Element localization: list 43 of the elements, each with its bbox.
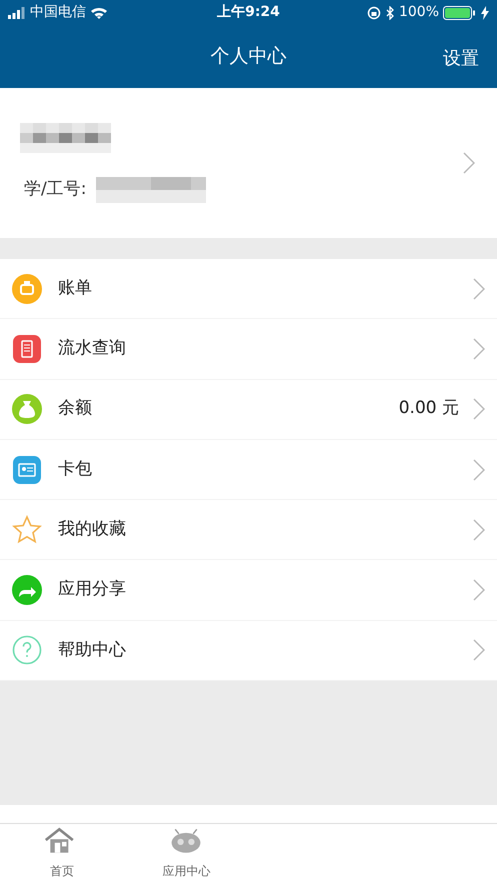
chevron-right-icon (473, 338, 485, 360)
menu-label: 应用分享 (58, 578, 127, 602)
balance-value: 0.00 元 (398, 397, 459, 420)
battery-percent: 100% (398, 3, 439, 22)
menu-label: 帮助中心 (58, 638, 127, 662)
rotation-lock-icon (366, 6, 381, 20)
carrier-name: 中国电信 (30, 3, 86, 22)
tab-item[interactable]: 首页 (0, 824, 124, 883)
chevron-right-icon (473, 278, 485, 300)
menu-item[interactable]: 余额 0.00 元 (0, 380, 497, 440)
star-icon (12, 514, 42, 545)
menu-item[interactable]: 账单 (0, 259, 497, 320)
page-title: 个人中心 (210, 44, 286, 70)
bluetooth-icon (384, 6, 395, 20)
menu-label: 卡包 (58, 458, 93, 481)
battery-icon (443, 6, 477, 20)
ledger-icon (12, 334, 42, 364)
menu-label: 余额 (58, 397, 93, 420)
chevron-right-icon (473, 639, 485, 662)
help-icon (12, 635, 42, 666)
wifi-icon (90, 6, 108, 19)
chevron-right-icon (473, 398, 485, 420)
menu-item[interactable]: 应用分享 (0, 560, 497, 621)
menu-label: 账单 (58, 276, 93, 300)
menu-label: 我的收藏 (58, 518, 127, 542)
id-card-icon (12, 454, 42, 485)
menu-label: 流水查询 (58, 337, 127, 360)
tab-item[interactable]: 应用中心 (124, 824, 248, 883)
money-bag-icon (12, 394, 42, 424)
menu-item[interactable]: 我的收藏 (0, 500, 497, 560)
settings-button[interactable]: 设置 (443, 45, 479, 72)
status-time: 上午9:24 (216, 3, 281, 22)
chevron-right-icon (473, 579, 485, 602)
signal-icon (8, 6, 26, 18)
charging-icon (481, 6, 489, 20)
id-label: 学/工号: (24, 178, 86, 202)
chevron-right-icon (473, 518, 485, 541)
chevron-right-icon (473, 458, 485, 481)
chevron-right-icon (463, 152, 475, 174)
share-icon (12, 575, 42, 606)
menu-item[interactable]: 帮助中心 (0, 620, 497, 682)
menu-item[interactable]: 流水查询 (0, 319, 497, 380)
menu-item[interactable]: 卡包 (0, 440, 497, 500)
